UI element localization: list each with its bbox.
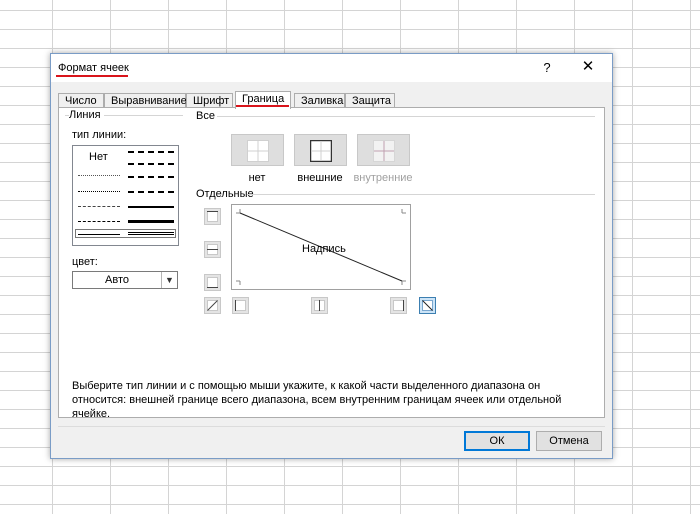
tab-protection[interactable]: Защита	[345, 93, 395, 108]
hint-text: Выберите тип линии и с помощью мыши укаж…	[72, 380, 562, 420]
separate-separator	[247, 194, 595, 195]
line-style-medium-dashed[interactable]	[128, 191, 174, 193]
title-red-underline	[56, 75, 128, 77]
cancel-button[interactable]: Отмена	[536, 431, 602, 451]
line-style-medium-dash-dot-dot[interactable]	[128, 151, 174, 153]
preset-inside-button[interactable]	[357, 134, 410, 166]
border-preview[interactable]: Надпись	[231, 204, 411, 290]
preset-outline-button[interactable]	[294, 134, 347, 166]
border-diagonal-up-button[interactable]	[204, 297, 221, 314]
tab-alignment[interactable]: Выравнивание	[104, 93, 187, 108]
line-style-medium[interactable]	[128, 206, 174, 208]
line-color-select[interactable]: Авто ▼	[72, 271, 178, 289]
border-inside-horizontal-button[interactable]	[204, 241, 221, 258]
border-bottom-button[interactable]	[204, 274, 221, 291]
line-type-label: тип линии:	[72, 129, 130, 141]
line-style-slant-dash-dot[interactable]	[128, 163, 174, 165]
border-right-icon	[393, 300, 404, 311]
chevron-down-icon[interactable]: ▼	[161, 272, 177, 288]
help-button[interactable]: ?	[537, 59, 557, 77]
tab-number[interactable]: Число	[58, 93, 104, 108]
presets-separator	[217, 116, 595, 117]
preview-text: Надпись	[302, 243, 346, 255]
line-style-list[interactable]: Нет	[72, 145, 179, 246]
border-top-button[interactable]	[204, 208, 221, 225]
close-button[interactable]: ✕	[576, 57, 600, 77]
preset-none-label: нет	[248, 172, 266, 184]
line-group-label: Линия	[69, 109, 104, 121]
diagonal-down-icon	[422, 300, 433, 311]
border-tab-panel: Линия тип линии: Нет цвет: Авто ▼ Все не…	[58, 107, 605, 420]
preset-inside-label: внутренние	[353, 172, 413, 184]
border-top-icon	[207, 211, 218, 222]
preset-outline-label: внешние	[297, 172, 343, 184]
line-color-value: Авто	[105, 274, 129, 286]
preset-none-button[interactable]	[231, 134, 284, 166]
active-tab-red-underline	[236, 105, 289, 107]
border-left-button[interactable]	[232, 297, 249, 314]
line-style-medium-dash-dot[interactable]	[128, 176, 174, 178]
border-inside-icon	[373, 140, 395, 162]
line-color-label: цвет:	[72, 256, 101, 268]
line-style-dash-dot[interactable]	[78, 221, 120, 222]
border-inside-vertical-icon	[314, 300, 325, 311]
format-cells-dialog: Формат ячеек ? ✕ Число Выравнивание Шриф…	[50, 53, 613, 459]
bottom-separator	[58, 426, 605, 427]
border-right-button[interactable]	[390, 297, 407, 314]
border-diagonal-down-button[interactable]	[419, 297, 436, 314]
line-style-hair[interactable]	[78, 175, 120, 176]
line-style-none[interactable]: Нет	[89, 151, 108, 163]
tab-fill[interactable]: Заливка	[294, 93, 345, 108]
line-style-dotted[interactable]	[78, 191, 120, 192]
line-style-thick[interactable]	[128, 220, 174, 223]
border-inside-horizontal-icon	[207, 244, 218, 255]
line-style-dash-dot-dot[interactable]	[78, 206, 120, 207]
tab-font[interactable]: Шрифт	[186, 93, 233, 108]
presets-group-label: Все	[196, 110, 218, 122]
ok-button[interactable]: ОК	[464, 431, 530, 451]
border-bottom-icon	[207, 277, 218, 288]
diagonal-up-icon	[207, 300, 218, 311]
border-outline-icon	[310, 140, 332, 162]
dialog-titlebar[interactable]: Формат ячеек ? ✕	[51, 54, 612, 82]
border-none-icon	[247, 140, 269, 162]
line-style-double[interactable]	[128, 232, 174, 235]
border-inside-vertical-button[interactable]	[311, 297, 328, 314]
border-left-icon	[235, 300, 246, 311]
dialog-title: Формат ячеек	[58, 62, 129, 74]
